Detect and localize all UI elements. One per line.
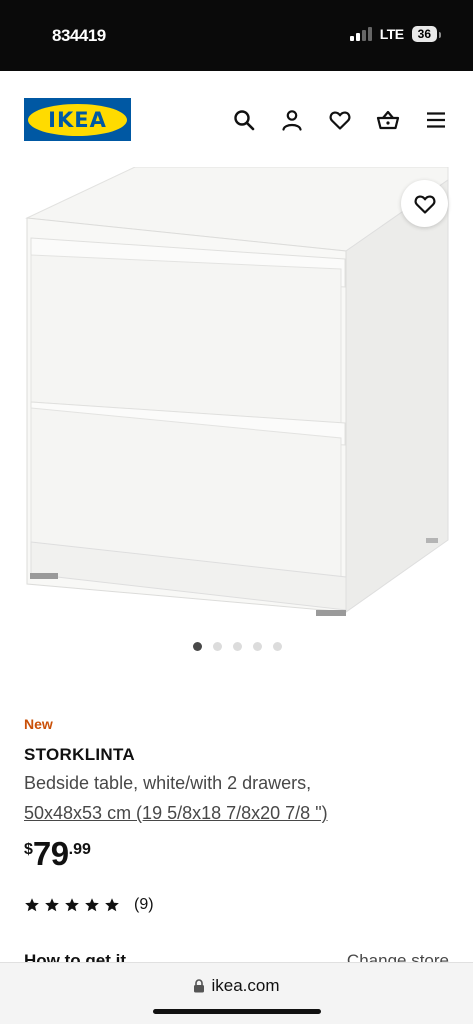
price-decimal: .99 — [68, 841, 91, 858]
home-indicator[interactable] — [153, 1009, 321, 1014]
logo-text: IKEA — [48, 107, 107, 132]
account-icon[interactable] — [279, 107, 305, 133]
star-icon — [105, 898, 119, 912]
network-type: LTE — [379, 26, 404, 42]
price-whole: 79 — [32, 835, 69, 872]
product-description: Bedside table, white/with 2 drawers, — [24, 773, 312, 793]
status-indicators: LTE 36 — [349, 26, 442, 42]
menu-icon[interactable] — [423, 107, 449, 133]
rating-count: (9) — [134, 896, 154, 913]
new-badge: New — [24, 716, 53, 732]
battery-icon: 36 — [411, 26, 442, 42]
heart-icon — [414, 194, 435, 214]
star-icon — [45, 898, 59, 912]
carousel-dot[interactable] — [193, 642, 202, 651]
save-favorite-button[interactable] — [401, 180, 448, 227]
price-currency: $ — [24, 841, 33, 858]
logo-oval: IKEA — [28, 103, 127, 136]
carousel-dot[interactable] — [233, 642, 242, 651]
bedside-table-illustration — [25, 166, 449, 616]
signal-icon — [349, 27, 372, 41]
product-size-link[interactable]: 50x48x53 cm (19 5/8x18 7/8x20 7/8 ") — [24, 803, 328, 824]
url-text: ikea.com — [211, 976, 280, 995]
basket-icon[interactable] — [375, 107, 401, 133]
ikea-logo[interactable]: IKEA — [24, 98, 131, 141]
status-time: 834419 — [52, 26, 106, 45]
lock-icon — [194, 979, 205, 993]
image-carousel-dots — [193, 642, 282, 651]
star-icon — [65, 898, 79, 912]
product-image[interactable] — [0, 166, 473, 627]
carousel-dot[interactable] — [213, 642, 222, 651]
site-header: IKEA — [0, 71, 473, 167]
carousel-dot[interactable] — [253, 642, 262, 651]
star-icon — [25, 898, 39, 912]
product-rating[interactable]: (9) — [24, 896, 154, 914]
star-icon — [85, 898, 99, 912]
product-price: $ 79 .99 — [24, 836, 91, 872]
url-field[interactable]: ikea.com — [0, 976, 473, 996]
heart-icon[interactable] — [327, 107, 353, 133]
search-icon[interactable] — [231, 107, 257, 133]
carousel-dot[interactable] — [273, 642, 282, 651]
browser-address-bar: ikea.com — [0, 962, 473, 1024]
product-name: STORKLINTA — [24, 745, 135, 764]
status-bar: 834419 LTE 36 — [0, 0, 473, 71]
